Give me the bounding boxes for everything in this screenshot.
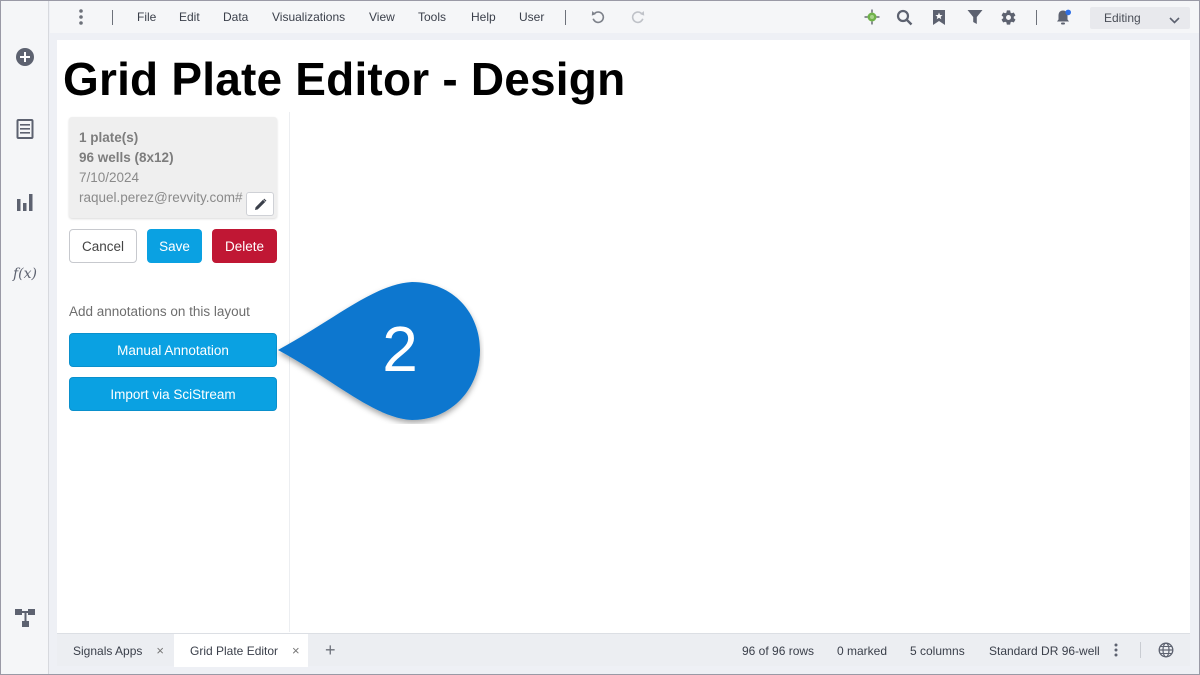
search-icon[interactable] <box>895 8 913 26</box>
well-count: 96 wells (8x12) <box>79 150 174 165</box>
add-circle-icon[interactable] <box>13 45 37 69</box>
flow-diagram-icon[interactable] <box>13 606 37 630</box>
bottom-tab-bar: Signals Apps × Grid Plate Editor × + 96 … <box>57 633 1190 667</box>
chevron-down-icon <box>1169 13 1180 27</box>
layout-info-card: 1 plate(s) 96 wells (8x12) 7/10/2024 raq… <box>69 117 277 218</box>
import-scistream-button[interactable]: Import via SciStream <box>69 377 277 411</box>
menu-dots-icon[interactable] <box>72 8 90 26</box>
menu-tools[interactable]: Tools <box>418 10 446 24</box>
menu-view[interactable]: View <box>369 10 395 24</box>
status-columns: 5 columns <box>910 644 965 658</box>
menu-data[interactable]: Data <box>223 10 248 24</box>
menu-separator <box>112 10 113 25</box>
menu-file[interactable]: File <box>137 10 156 24</box>
delete-button[interactable]: Delete <box>212 229 277 263</box>
bookmark-icon[interactable] <box>930 8 948 26</box>
tab-label: Signals Apps <box>73 643 143 658</box>
status-marked: 0 marked <box>837 644 888 658</box>
function-label: f(x) <box>12 266 37 282</box>
redo-icon[interactable] <box>629 8 647 26</box>
page-title: Grid Plate Editor - Design <box>63 53 626 105</box>
mode-select-value: Editing <box>1104 11 1141 25</box>
pencil-icon <box>254 198 266 210</box>
tab-grid-plate-editor[interactable]: Grid Plate Editor × <box>174 634 308 667</box>
gear-icon[interactable] <box>999 8 1017 26</box>
extension-icon[interactable] <box>863 8 881 26</box>
status-separator <box>1140 642 1141 658</box>
save-button[interactable]: Save <box>147 229 202 263</box>
plate-count: 1 plate(s) <box>79 130 139 145</box>
mode-select[interactable]: Editing <box>1090 7 1190 29</box>
created-date: 7/10/2024 <box>79 170 140 185</box>
filter-icon[interactable] <box>966 8 984 26</box>
menu-separator <box>1036 10 1037 25</box>
left-rail: f(x) <box>1 1 49 674</box>
edit-button[interactable] <box>246 192 274 216</box>
menu-edit[interactable]: Edit <box>179 10 200 24</box>
status-rows: 96 of 96 rows <box>742 644 815 658</box>
add-tab-icon[interactable]: + <box>325 634 336 667</box>
close-icon[interactable]: × <box>292 643 300 658</box>
tab-signals-apps[interactable]: Signals Apps × <box>57 634 174 667</box>
page-content: Grid Plate Editor - Design 1 plate(s) 96… <box>57 40 1190 633</box>
step-number: 2 <box>382 313 418 385</box>
document-list-icon[interactable] <box>13 117 37 141</box>
annotations-label: Add annotations on this layout <box>69 304 250 319</box>
menu-bar: File Edit Data Visualizations View Tools… <box>50 1 1199 33</box>
close-icon[interactable]: × <box>156 643 164 658</box>
function-icon[interactable]: f(x) <box>10 262 40 286</box>
menu-help[interactable]: Help <box>471 10 496 24</box>
menu-user[interactable]: User <box>519 10 544 24</box>
manual-annotation-button[interactable]: Manual Annotation <box>69 333 277 367</box>
globe-icon[interactable] <box>1158 642 1174 663</box>
notification-bell-icon[interactable] <box>1054 8 1072 26</box>
menu-separator <box>565 10 566 25</box>
status-table[interactable]: Standard DR 96-well <box>989 644 1100 658</box>
created-user: raquel.perez@revvity.com# <box>79 190 243 205</box>
undo-icon[interactable] <box>589 8 607 26</box>
more-options-icon[interactable] <box>1114 643 1118 662</box>
menu-visualizations[interactable]: Visualizations <box>272 10 345 24</box>
tab-label: Grid Plate Editor <box>190 643 279 658</box>
cancel-button[interactable]: Cancel <box>69 229 137 263</box>
bar-chart-icon[interactable] <box>13 190 37 214</box>
